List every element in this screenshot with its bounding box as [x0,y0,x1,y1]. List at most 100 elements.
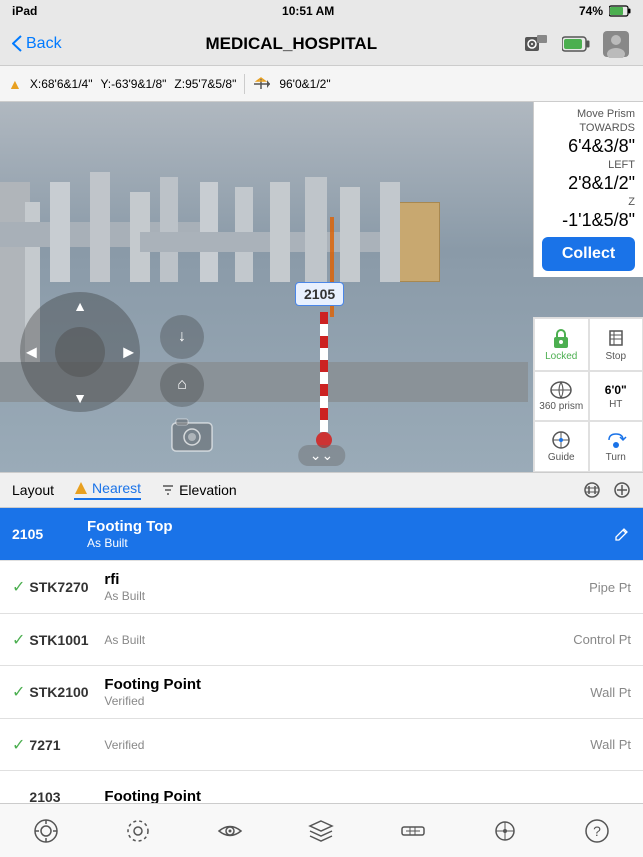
row-id-5: 7271 [29,737,104,753]
row-id-3: STK1001 [29,632,104,648]
list-row[interactable]: ✓ STK7270 rfi As Built Pipe Pt [0,561,643,614]
collect-button[interactable]: Collect [542,237,635,271]
nav-settings-btn[interactable] [108,808,168,854]
survey-pole [320,312,328,432]
nav-bar: Back MEDICAL_HOSPITAL [0,22,643,66]
ht-button[interactable]: 6'0" HT [589,371,643,421]
nearest-tab[interactable]: Nearest [74,480,141,500]
row-content-1: Footing Top As Built [87,518,533,550]
building-wall-9 [270,182,290,282]
row-type-5: Wall Pt [551,737,631,752]
dist-value: 96'0&1/2" [279,77,330,91]
row-subtitle-5: Verified [104,738,551,752]
list-row[interactable]: 2105 Footing Top As Built [0,508,643,561]
expand-button[interactable]: ⌄⌄ [298,445,345,466]
list-row[interactable]: ✓ STK1001 As Built Control Pt [0,614,643,666]
nav-home-btn[interactable]: ⌂ [160,363,204,407]
list-row[interactable]: ✓ 2103 Footing Point [0,771,643,803]
nav-crosshair-btn[interactable] [475,808,535,854]
locked-button[interactable]: Locked [534,318,589,371]
eye-icon [217,818,243,844]
profile-icon[interactable] [601,29,631,59]
instrument-icon[interactable] [521,29,551,59]
joystick-up[interactable]: ▲ [73,298,87,314]
left-label: LEFT [542,159,635,171]
nearest-triangle-icon [74,481,88,495]
screenshot-btn[interactable] [170,417,214,458]
dist-icon [253,77,271,91]
crosshair-add-icon [492,818,518,844]
nav-layers-btn[interactable] [291,808,351,854]
3d-view[interactable]: 2105 ▲ ▼ ◀ ▶ ↓ ⌂ Move Prism TOWARDS 6'4&… [0,102,643,472]
turn-button[interactable]: Turn [589,421,643,472]
row-name-1: Footing Top [87,518,533,535]
z-value: -1'1&5/8" [542,210,635,231]
joystick-down[interactable]: ▼ [73,390,87,406]
move-prism-title: Move Prism [542,108,635,120]
nearest-label: Nearest [92,480,141,496]
svg-text:?: ? [593,823,601,839]
edit-icon[interactable] [613,525,631,543]
row-id-6: 2103 [29,789,104,804]
z-label: Z [542,196,635,208]
row-content-2: rfi As Built [104,571,551,603]
back-label: Back [26,35,62,53]
settings-gear-icon [125,818,151,844]
stop-label: Stop [605,351,626,362]
status-bar: iPad 10:51 AM 74% [0,0,643,22]
battery-icon [609,5,631,17]
nav-down-btn[interactable]: ↓ [160,315,204,359]
row-name-6: Footing Point [104,788,551,804]
layout-tab[interactable]: Layout [12,482,54,498]
guide-label: Guide [548,452,575,463]
check-mark-2: ✓ [12,577,25,597]
check-mark-5: ✓ [12,735,25,755]
stop-button[interactable]: Stop [589,318,643,371]
back-chevron-icon [12,35,22,52]
joystick-inner[interactable] [55,327,105,377]
nav-icons [521,29,631,59]
row-content-3: As Built [104,632,551,647]
joystick-area[interactable]: ▲ ▼ ◀ ▶ [20,292,140,412]
row-content-6: Footing Point [104,788,551,804]
toolbar-right-icons [583,481,631,499]
building-wall-4 [90,172,110,282]
elevation-tab[interactable]: Elevation [161,482,237,498]
building-wall-6 [160,177,178,282]
page-title: MEDICAL_HOSPITAL [206,34,378,54]
building-wall-3 [50,182,70,282]
layout-label: Layout [12,482,54,498]
turn-label: Turn [606,452,626,463]
layers-icon [308,818,334,844]
building-wall-10 [305,177,327,282]
ht-value: 6'0" [605,383,627,397]
bottom-nav: ? [0,803,643,857]
toolbar-settings-icon[interactable] [583,481,601,499]
row-content-5: Verified [104,737,551,752]
nav-view-btn[interactable] [200,808,260,854]
joystick-right[interactable]: ▶ [123,344,134,361]
coord-y: Y:-63'9&1/8" [100,77,166,91]
joystick-left[interactable]: ◀ [26,344,37,361]
360prism-button[interactable]: 360 prism [534,371,589,421]
guide-button[interactable]: Guide [534,421,589,472]
row-subtitle-2: As Built [104,589,551,603]
row-subtitle-4: Verified [104,694,551,708]
building-wall-11 [340,187,360,282]
filter-icon [161,483,175,497]
row-id-1: 2105 [12,526,87,542]
list-row[interactable]: ✓ 7271 Verified Wall Pt [0,719,643,771]
nav-buttons: ↓ ⌂ [160,315,204,407]
towards-label: TOWARDS [542,122,635,134]
check-mark-3: ✓ [12,630,25,650]
move-prism-panel: Move Prism TOWARDS 6'4&3/8" LEFT 2'8&1/2… [533,102,643,277]
help-icon: ? [584,818,610,844]
nav-target-btn[interactable] [16,808,76,854]
nav-key-btn[interactable] [383,808,443,854]
back-button[interactable]: Back [12,35,62,53]
nav-help-btn[interactable]: ? [567,808,627,854]
joystick-outer[interactable]: ▲ ▼ ◀ ▶ [20,292,140,412]
ht-label: HT [609,399,622,410]
list-row[interactable]: ✓ STK2100 Footing Point Verified Wall Pt [0,666,643,719]
toolbar-add-icon[interactable] [613,481,631,499]
